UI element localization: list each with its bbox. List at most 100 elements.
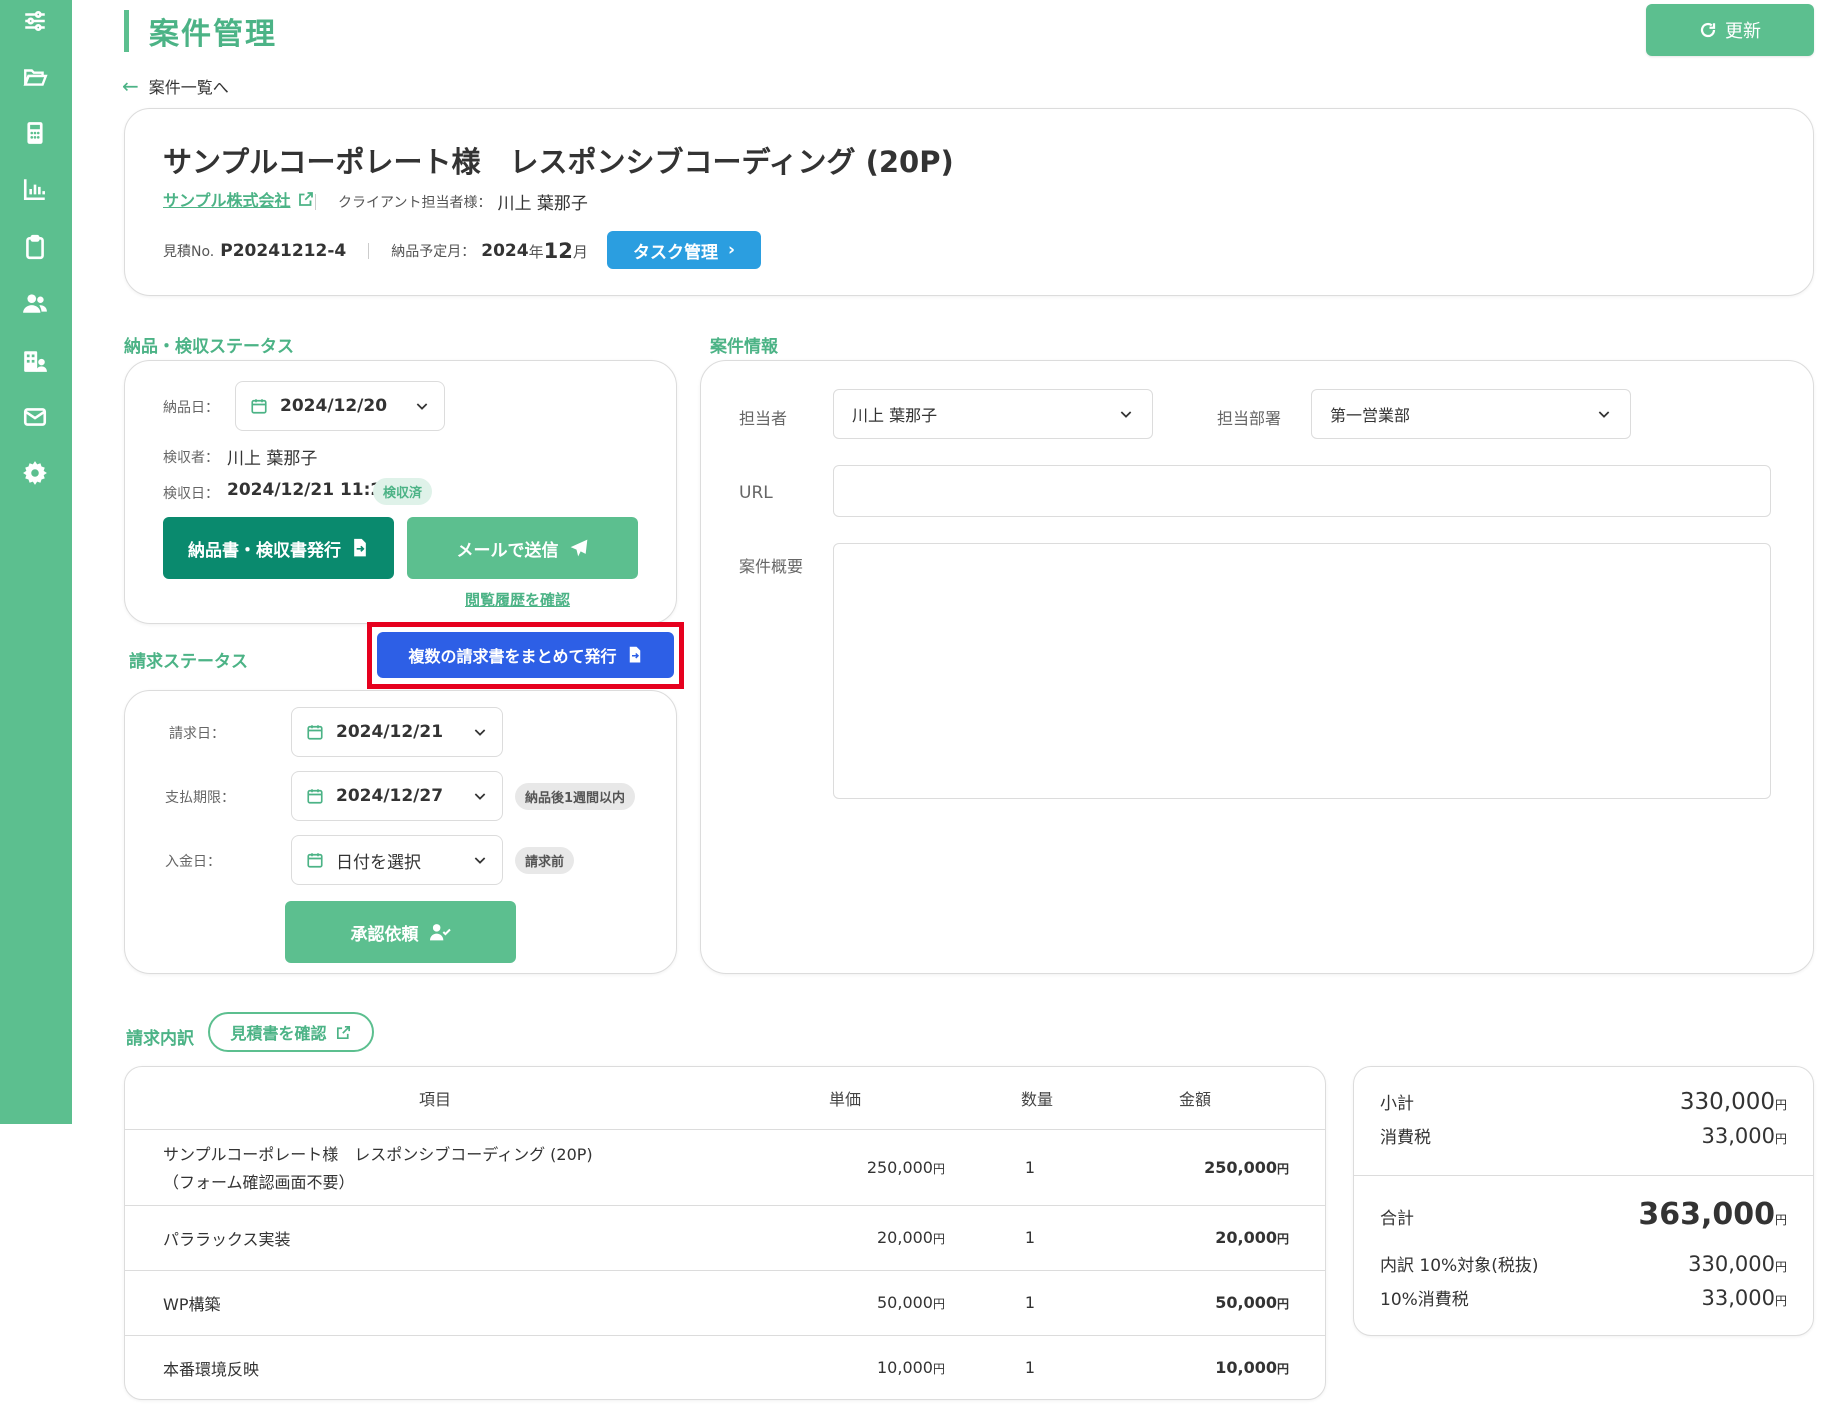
approval-request-button[interactable]: 承認依頼 bbox=[285, 901, 516, 963]
unit-price: 250,000 bbox=[866, 1157, 933, 1177]
total-value: 363,000 bbox=[1638, 1197, 1775, 1232]
table-row: 本番環境反映 10,000円 1 10,000円 bbox=[125, 1335, 1325, 1399]
tax-label: 消費税 bbox=[1380, 1128, 1431, 1148]
payment-status-badge: 請求前 bbox=[515, 847, 575, 874]
year-unit: 年 bbox=[528, 242, 544, 261]
unit-price-cell: 50,000円 bbox=[745, 1270, 945, 1336]
inspector-label: 検収者： bbox=[163, 450, 219, 466]
qty-cell: 1 bbox=[945, 1129, 1065, 1206]
invoice-date-picker[interactable]: 2024/12/21 bbox=[291, 707, 503, 757]
view-history-link[interactable]: 閲覧履歴を確認 bbox=[465, 589, 570, 610]
issue-documents-button[interactable]: 納品書・検収書発行 bbox=[163, 517, 394, 579]
calendar-icon bbox=[307, 725, 323, 740]
unit-price-cell: 10,000円 bbox=[745, 1335, 945, 1399]
table-row: パララックス実装 20,000円 1 20,000円 bbox=[125, 1205, 1325, 1271]
item-name-note: （フォーム確認画面不要） bbox=[163, 1173, 355, 1192]
total-row: 合計 363,000円 bbox=[1380, 1197, 1787, 1232]
bar-chart-icon[interactable] bbox=[20, 174, 50, 204]
envelope-icon[interactable] bbox=[20, 402, 50, 432]
amount: 50,000 bbox=[1215, 1293, 1277, 1312]
due-date-picker[interactable]: 2024/12/27 bbox=[291, 771, 503, 821]
due-date-value: 2024/12/27 bbox=[336, 786, 444, 806]
payment-badge-label: 請求前 bbox=[515, 847, 575, 874]
arrow-left-icon: ← bbox=[122, 74, 139, 98]
clipboard-icon[interactable] bbox=[20, 232, 50, 262]
yen-unit: 円 bbox=[932, 1232, 945, 1246]
send-mail-button[interactable]: メールで送信 bbox=[407, 517, 638, 579]
column-header-qty: 数量 bbox=[945, 1067, 1065, 1130]
summary-card: 小計 330,000円 消費税 33,000円 合計 363,000円 内訳 1… bbox=[1353, 1066, 1814, 1336]
folder-open-icon[interactable] bbox=[20, 62, 50, 92]
amount: 250,000 bbox=[1204, 1157, 1277, 1177]
paper-plane-icon bbox=[570, 539, 587, 557]
column-header-amount: 金額 bbox=[1065, 1067, 1325, 1130]
qty-cell: 1 bbox=[945, 1205, 1065, 1271]
refresh-icon bbox=[1700, 22, 1716, 38]
owner-value: 川上 葉那子 bbox=[852, 406, 938, 425]
payment-date-picker[interactable]: 日付を選択 bbox=[291, 835, 503, 885]
dept-select[interactable]: 第一営業部 bbox=[1311, 389, 1631, 439]
url-input[interactable] bbox=[833, 465, 1771, 517]
building-user-icon[interactable] bbox=[20, 346, 50, 376]
invoice-card: 請求日： 2024/12/21 支払期限： 2024/12/27 納品後1週間以… bbox=[124, 690, 677, 974]
item-name: サンプルコーポレート様 レスポンシブコーディング (20P) bbox=[163, 1145, 593, 1164]
due-date-badge: 納品後1週間以内 bbox=[515, 783, 636, 810]
task-management-button[interactable]: タスク管理 › bbox=[607, 231, 761, 269]
user-check-icon bbox=[429, 924, 451, 941]
subtotal-amount-group: 330,000円 bbox=[1680, 1089, 1787, 1115]
invoice-date-label: 請求日： bbox=[169, 726, 225, 742]
subtotal-label: 小計 bbox=[1380, 1094, 1414, 1114]
refresh-button[interactable]: 更新 bbox=[1646, 4, 1814, 56]
back-link[interactable]: ← 案件一覧へ bbox=[122, 74, 229, 98]
unit-price-cell: 250,000円 bbox=[745, 1129, 945, 1206]
refresh-label: 更新 bbox=[1725, 21, 1761, 42]
yen-unit: 円 bbox=[1774, 1260, 1787, 1274]
delivery-card: 納品日： 2024/12/20 検収者： 川上 葉那子 検収日： 2024/12… bbox=[124, 360, 677, 624]
billing-section-title: 請求内訳 bbox=[126, 1029, 194, 1049]
dept-value: 第一営業部 bbox=[1330, 406, 1411, 425]
owner-select[interactable]: 川上 葉那子 bbox=[833, 389, 1153, 439]
yen-unit: 円 bbox=[1774, 1132, 1787, 1146]
calculator-icon[interactable] bbox=[20, 118, 50, 148]
yen-unit: 円 bbox=[1276, 1362, 1289, 1377]
estimate-no: P20241212-4 bbox=[220, 241, 347, 261]
summary-textarea[interactable] bbox=[833, 543, 1771, 799]
calendar-icon bbox=[307, 789, 323, 804]
yen-unit: 円 bbox=[932, 1297, 945, 1311]
delivery-section-title: 納品・検収ステータス bbox=[124, 337, 294, 357]
payment-date-value: 日付を選択 bbox=[336, 852, 421, 873]
sliders-icon[interactable] bbox=[20, 6, 50, 36]
unit-price: 50,000 bbox=[877, 1293, 933, 1312]
delivery-date-picker[interactable]: 2024/12/20 bbox=[235, 381, 445, 431]
billing-table: 項目 単価 数量 金額 サンプルコーポレート様 レスポンシブコーディング (20… bbox=[125, 1067, 1325, 1399]
dept-label: 担当部署 bbox=[1217, 409, 1282, 428]
gear-icon[interactable] bbox=[20, 458, 50, 488]
column-header-unit: 単価 bbox=[745, 1067, 945, 1130]
multi-issue-label: 複数の請求書をまとめて発行 bbox=[408, 647, 617, 666]
company-link[interactable]: サンプル株式会社 bbox=[163, 187, 315, 211]
mail-button-label: メールで送信 bbox=[456, 540, 559, 561]
tax10-amount-group: 33,000円 bbox=[1702, 1286, 1788, 1310]
yen-unit: 円 bbox=[932, 1161, 945, 1176]
month-unit: 月 bbox=[572, 242, 588, 261]
yen-unit: 円 bbox=[1774, 1098, 1787, 1112]
inspector-value: 川上 葉那子 bbox=[227, 449, 318, 469]
payment-date-label: 入金日： bbox=[165, 854, 221, 870]
inspection-status-badge: 検収済 bbox=[373, 478, 433, 505]
users-icon[interactable] bbox=[20, 288, 50, 318]
unit-price-cell: 20,000円 bbox=[745, 1205, 945, 1271]
tax-row: 消費税 33,000円 bbox=[1380, 1123, 1787, 1148]
inspection-date-value: 2024/12/21 11:28 bbox=[227, 480, 395, 500]
file-export-icon bbox=[354, 538, 366, 557]
info-card: 担当者 川上 葉那子 担当部署 第一営業部 URL 案件概要 bbox=[700, 360, 1814, 974]
client-contact-label: クライアント担当者様： bbox=[338, 194, 492, 211]
multi-invoice-issue-button[interactable]: 複数の請求書をまとめて発行 bbox=[377, 632, 674, 678]
column-header-item: 項目 bbox=[125, 1067, 745, 1130]
delivery-date-label: 納品日： bbox=[163, 400, 219, 416]
unit-price: 20,000 bbox=[877, 1228, 933, 1247]
tax-value: 33,000 bbox=[1701, 1124, 1775, 1148]
project-title: サンプルコーポレート様 レスポンシブコーディング (20P) bbox=[163, 145, 954, 179]
invoice-section-title: 請求ステータス bbox=[129, 652, 248, 672]
yen-unit: 円 bbox=[1276, 1232, 1289, 1246]
view-quote-button[interactable]: 見積書を確認 bbox=[208, 1012, 374, 1052]
